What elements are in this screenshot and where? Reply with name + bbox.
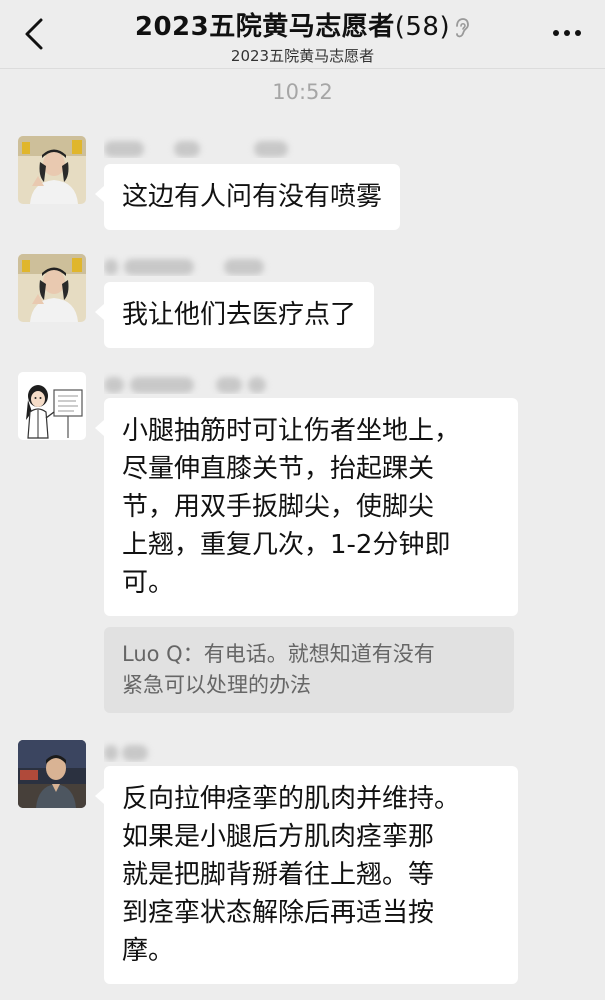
chat-subtitle: 2023五院黄马志愿者 bbox=[230, 47, 375, 65]
message-line: 摩。 bbox=[122, 936, 175, 966]
more-dot bbox=[575, 30, 581, 36]
chat-title-area[interactable]: 2023五院黄马志愿者(58) 2023五院黄马志愿者 bbox=[70, 6, 535, 66]
avatar-doctor-cartoon bbox=[18, 372, 86, 440]
more-button[interactable] bbox=[545, 18, 589, 48]
avatar-woman-cap bbox=[18, 254, 86, 322]
message-bubble[interactable]: 反向拉伸痉挛的肌肉并维持。 如果是小腿后方肌肉痉挛那 就是把脚背掰着往上翘。等 … bbox=[95, 766, 518, 984]
message-bubble[interactable]: 我让他们去医疗点了 bbox=[94, 282, 375, 348]
more-dot bbox=[564, 30, 570, 36]
message-line: 可。 bbox=[122, 568, 175, 598]
avatar-man-photo bbox=[18, 740, 86, 808]
message-line: 反向拉伸痉挛的肌肉并维持。 bbox=[122, 784, 461, 814]
ear-icon bbox=[456, 17, 470, 37]
message-line: 到痉挛状态解除后再适当按 bbox=[122, 898, 435, 928]
back-button[interactable] bbox=[14, 12, 54, 56]
sender-name-redacted bbox=[104, 254, 294, 276]
quote-line: Luo Q：有电话。就想知道有没有 bbox=[122, 642, 435, 666]
message-line: 小腿抽筋时可让伤者坐地上， bbox=[122, 416, 461, 446]
chat-header: 2023五院黄马志愿者(58) 2023五院黄马志愿者 bbox=[0, 0, 605, 69]
message-timestamp: 10:52 bbox=[272, 80, 333, 104]
message-bubble[interactable]: 小腿抽筋时可让伤者坐地上， 尽量伸直膝关节，抬起踝关 节，用双手扳脚尖，使脚尖 … bbox=[95, 398, 518, 616]
chat-title: 2023五院黄马志愿者(58) bbox=[70, 6, 535, 43]
message-line: 尽量伸直膝关节，抬起踝关 bbox=[122, 454, 435, 484]
quoted-message[interactable]: Luo Q：有电话。就想知道有没有 紧急可以处理的办法 bbox=[104, 627, 514, 713]
message-bubble[interactable]: 这边有人问有没有喷雾 bbox=[94, 164, 401, 230]
message-line: 节，用双手扳脚尖，使脚尖 bbox=[122, 492, 435, 522]
sender-name-redacted bbox=[104, 372, 294, 394]
message-line: 如果是小腿后方肌肉痉挛那 bbox=[122, 822, 435, 852]
message-line: 就是把脚背掰着往上翘。等 bbox=[122, 860, 435, 890]
avatar[interactable] bbox=[18, 372, 86, 440]
message-line: 上翘，重复几次，1-2分钟即 bbox=[122, 530, 451, 560]
quote-line: 紧急可以处理的办法 bbox=[122, 673, 311, 697]
avatar-woman-cap bbox=[18, 136, 86, 204]
avatar[interactable] bbox=[18, 254, 86, 322]
more-dot bbox=[553, 30, 559, 36]
avatar[interactable] bbox=[18, 136, 86, 204]
sender-name-redacted bbox=[104, 136, 294, 158]
sender-name-redacted bbox=[104, 740, 294, 762]
group-name: 2023五院黄马志愿者 bbox=[134, 12, 395, 42]
chevron-left-icon bbox=[25, 18, 43, 50]
avatar[interactable] bbox=[18, 740, 86, 808]
member-count: (58) bbox=[394, 12, 451, 42]
